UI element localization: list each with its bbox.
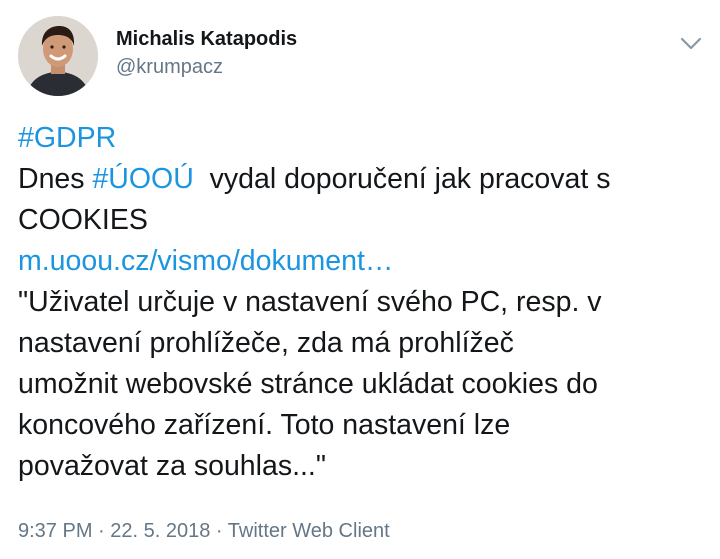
tweet-text-cookies: COOKIES [18, 204, 148, 236]
chevron-down-icon[interactable] [678, 30, 704, 56]
quote-line: "Uživatel určuje v nastavení svého PC, r… [18, 286, 602, 318]
tweet-date[interactable]: 22. 5. 2018 [110, 520, 210, 542]
quote-line: koncového zařízení. Toto nastavení lze [18, 409, 511, 441]
meta-separator: · [210, 520, 228, 542]
avatar[interactable] [18, 16, 98, 96]
quote-line: umožnit webovské stránce ukládat cookies… [18, 368, 598, 400]
hashtag-uoou[interactable]: #ÚOOÚ [92, 163, 193, 195]
tweet-card: Michalis Katapodis @krumpacz #GDPR Dnes … [0, 0, 720, 559]
tweet-client[interactable]: Twitter Web Client [228, 520, 390, 542]
author-handle[interactable]: @krumpacz [116, 56, 223, 79]
tweet-meta: 9:37 PM · 22. 5. 2018 · Twitter Web Clie… [18, 520, 390, 543]
tweet-text-prefix: Dnes [18, 163, 93, 195]
tweet-text: #GDPR Dnes #ÚOOÚ vydal doporučení jak pr… [18, 118, 708, 487]
hashtag-gdpr[interactable]: #GDPR [18, 122, 116, 154]
author-name[interactable]: Michalis Katapodis [116, 28, 297, 51]
tweet-link[interactable]: m.uoou.cz/vismo/dokument… [18, 245, 393, 277]
tweet-time[interactable]: 9:37 PM [18, 520, 92, 542]
meta-separator: · [92, 520, 111, 542]
tweet-text-suffix: vydal doporučení jak pracovat s [193, 163, 611, 195]
avatar-photo [18, 16, 98, 96]
quote-line: považovat za souhlas..." [18, 450, 326, 482]
quote-line: nastavení prohlížeče, zda má prohlížeč [18, 327, 514, 359]
